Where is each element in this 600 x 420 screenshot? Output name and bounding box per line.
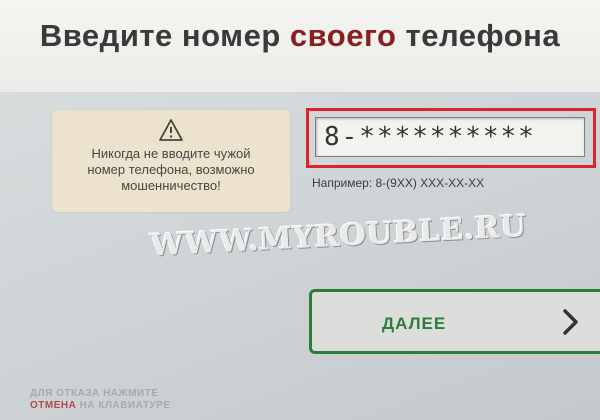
warning-text: Никогда не вводите чужой номер телефона,…: [87, 146, 255, 193]
page-title: Введите номер своего телефона: [0, 18, 600, 54]
phone-format-hint: Например: 8-(9XX) XXX-XX-XX: [312, 176, 485, 190]
title-part-1: Введите номер: [39, 18, 281, 53]
next-button[interactable]: ДАЛЕЕ: [309, 289, 600, 354]
chevron-right-icon: [563, 309, 578, 335]
cancel-word: ОТМЕНА: [30, 400, 77, 411]
warning-box: Никогда не вводите чужой номер телефона,…: [52, 110, 290, 212]
title-accent: своего: [289, 18, 397, 53]
cancel-hint-line1: ДЛЯ ОТКАЗА НАЖМИТЕ: [30, 388, 159, 399]
cancel-hint-line2: ОТМЕНА НА КЛАВИАТУРЕ: [30, 400, 171, 412]
warning-triangle-icon: [159, 119, 183, 141]
phone-input-highlight: 8-**********: [306, 108, 596, 168]
next-button-label: ДАЛЕЕ: [382, 314, 447, 333]
cancel-hint-rest: НА КЛАВИАТУРЕ: [79, 400, 171, 411]
title-part-2: телефона: [405, 18, 561, 53]
phone-input[interactable]: 8-**********: [315, 117, 585, 157]
header-bar: Введите номер своего телефона: [0, 0, 600, 92]
cancel-hint: ДЛЯ ОТКАЗА НАЖМИТЕ ОТМЕНА НА КЛАВИАТУРЕ: [30, 388, 171, 412]
